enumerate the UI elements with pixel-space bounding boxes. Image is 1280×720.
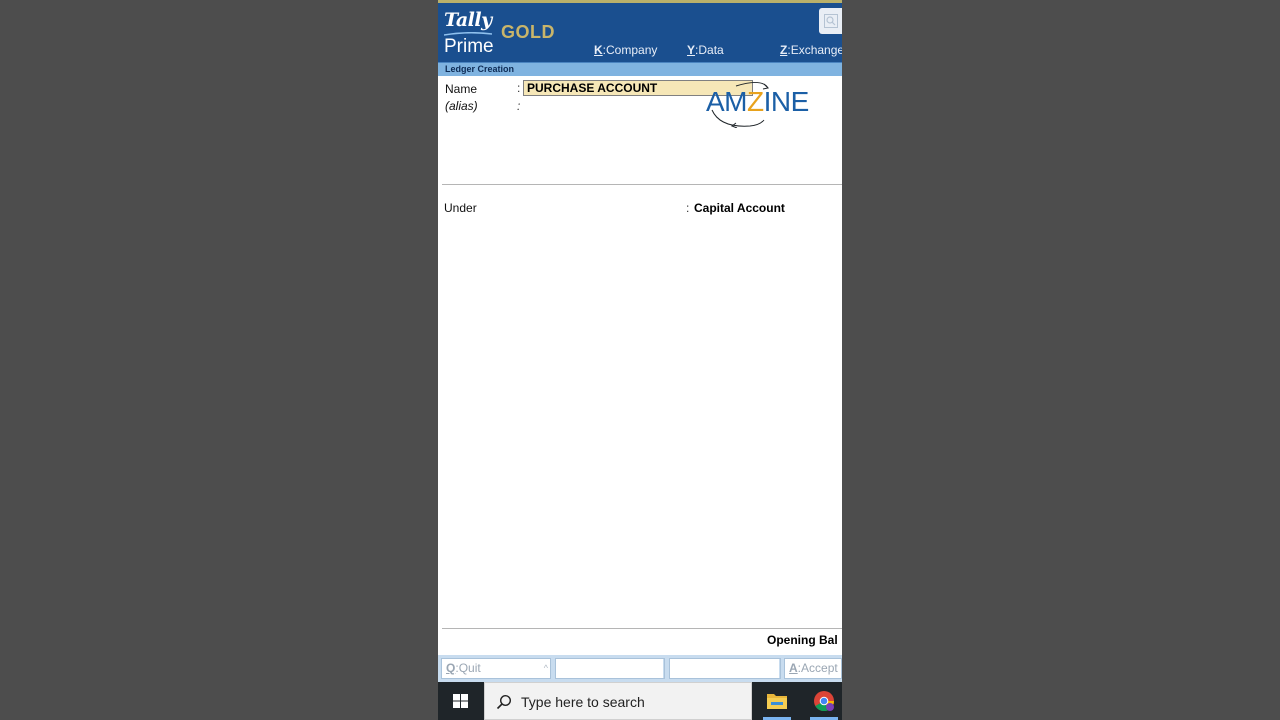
taskbar-search-box[interactable]: Type here to search bbox=[484, 682, 752, 720]
screen-title: Ledger Creation bbox=[445, 64, 515, 74]
tally-logo-word: Tally bbox=[444, 9, 492, 31]
accept-button[interactable]: A:Accept bbox=[784, 658, 842, 679]
opening-balance-label: Opening Bal bbox=[767, 633, 838, 647]
menu-company[interactable]: K:Company bbox=[594, 43, 657, 57]
taskbar-file-explorer[interactable] bbox=[757, 682, 797, 720]
chrome-icon bbox=[814, 691, 835, 712]
taskbar-search-placeholder: Type here to search bbox=[521, 694, 645, 710]
taskbar-chrome[interactable] bbox=[804, 682, 842, 720]
windows-taskbar: Type here to search bbox=[438, 682, 842, 720]
search-icon bbox=[496, 694, 512, 710]
search-icon bbox=[824, 14, 838, 28]
file-explorer-icon bbox=[767, 694, 787, 709]
app-header: Tally Prime GOLD K:Company Y:Data Z:Exch… bbox=[438, 3, 842, 62]
empty-button-1[interactable] bbox=[555, 658, 665, 679]
section-divider bbox=[442, 184, 842, 185]
under-label: Under bbox=[444, 201, 477, 215]
button-separator bbox=[779, 659, 780, 678]
button-bar: Q:Quit ^ A:Accept bbox=[438, 655, 842, 682]
search-button[interactable] bbox=[819, 8, 842, 34]
name-colon: : bbox=[517, 81, 521, 95]
menu-exchange[interactable]: Z:Exchange bbox=[780, 43, 842, 57]
caret-up-icon: ^ bbox=[543, 663, 548, 673]
name-label: Name bbox=[445, 82, 478, 96]
prime-logo-word: Prime bbox=[444, 36, 494, 57]
under-colon: : bbox=[686, 201, 690, 215]
button-separator bbox=[663, 659, 664, 678]
windows-logo-icon bbox=[453, 694, 468, 708]
footer-divider bbox=[442, 628, 842, 629]
amzine-watermark-logo: AMZINE bbox=[706, 80, 818, 128]
quit-button[interactable]: Q:Quit ^ bbox=[441, 658, 551, 679]
alias-colon: : bbox=[517, 99, 521, 113]
tally-window: Tally Prime GOLD K:Company Y:Data Z:Exch… bbox=[438, 0, 842, 720]
screen-title-bar: Ledger Creation bbox=[438, 62, 842, 76]
edition-label: GOLD bbox=[501, 22, 555, 42]
empty-button-2[interactable] bbox=[669, 658, 781, 679]
alias-label: (alias) bbox=[445, 99, 478, 113]
under-group-value[interactable]: Capital Account bbox=[694, 201, 785, 215]
menu-data[interactable]: Y:Data bbox=[687, 43, 724, 57]
watermark-text: AMZINE bbox=[706, 86, 809, 117]
start-button[interactable] bbox=[438, 682, 483, 720]
